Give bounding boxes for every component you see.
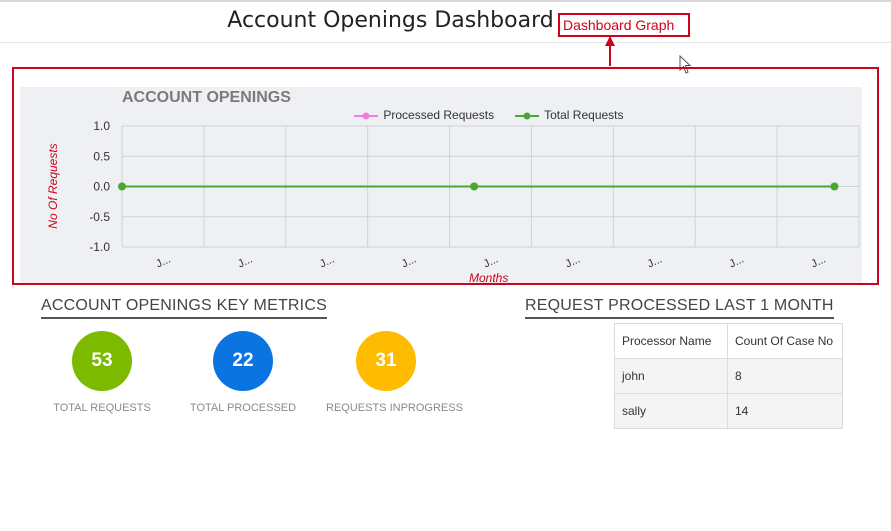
metric-total-processed: 22 TOTAL PROCESSED [183, 331, 303, 414]
metric-label: REQUESTS INPROGRESS [326, 402, 463, 414]
table-cell: 8 [727, 358, 843, 394]
processed-last-month-title: REQUEST PROCESSED LAST 1 MONTH [525, 297, 834, 319]
table-header-row: Processor Name Count Of Case No [614, 323, 843, 359]
legend-marker-icon [354, 112, 378, 120]
metric-value: 53 [72, 331, 132, 391]
y-axis-label: No Of Requests [46, 143, 60, 229]
legend-item-total-requests[interactable]: Total Requests [515, 108, 624, 122]
metric-value: 31 [356, 331, 416, 391]
legend-label: Total Requests [544, 108, 624, 122]
chart-title: ACCOUNT OPENINGS [122, 89, 291, 106]
x-axis-label: Months [469, 271, 509, 285]
table-cell: sally [614, 393, 728, 429]
column-header: Processor Name [614, 323, 728, 359]
metric-value: 22 [213, 331, 273, 391]
legend-item-processed-requests[interactable]: Processed Requests [354, 108, 494, 122]
table-row: sally 14 [614, 393, 843, 429]
processor-table: Processor Name Count Of Case No john 8 s… [614, 323, 843, 429]
metric-requests-inprogress: 31 REQUESTS INPROGRESS [326, 331, 463, 414]
legend-label: Processed Requests [383, 108, 495, 122]
table-cell: john [614, 358, 728, 394]
table-cell: 14 [727, 393, 843, 429]
metric-label: TOTAL REQUESTS [53, 402, 151, 414]
table-row: john 8 [614, 358, 843, 394]
metric-total-requests: 53 TOTAL REQUESTS [42, 331, 162, 414]
key-metrics-title: ACCOUNT OPENINGS KEY METRICS [41, 297, 327, 319]
legend-marker-icon [515, 112, 539, 120]
column-header: Count Of Case No [727, 323, 843, 359]
metric-label: TOTAL PROCESSED [189, 402, 297, 414]
